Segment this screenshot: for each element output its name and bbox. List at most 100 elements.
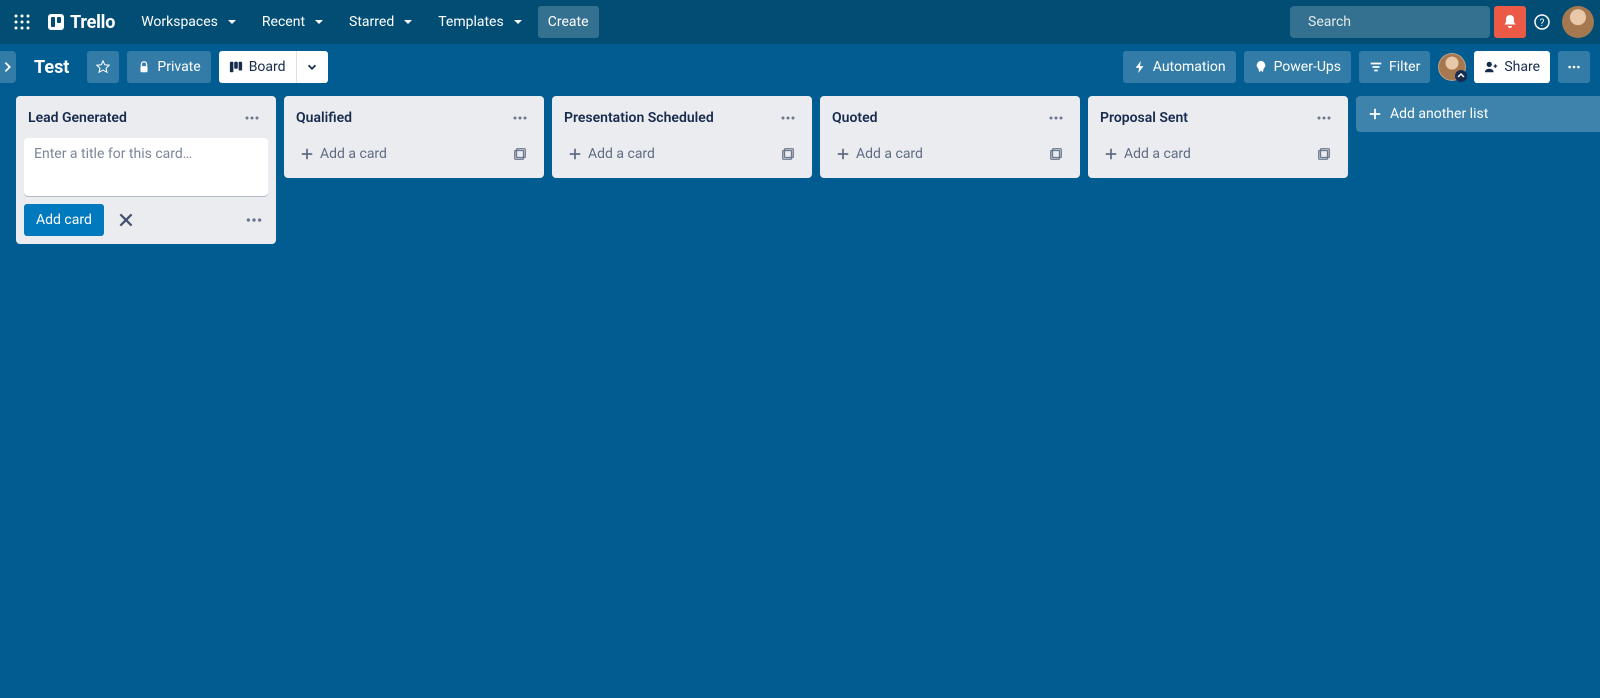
visibility-button[interactable]: Private bbox=[127, 51, 210, 83]
header-nav: Workspaces Recent Starred Templates Crea… bbox=[131, 6, 598, 38]
list-menu-button[interactable] bbox=[508, 106, 532, 130]
list-menu-button[interactable] bbox=[1312, 106, 1336, 130]
board-icon bbox=[229, 60, 243, 74]
filter-button[interactable]: Filter bbox=[1359, 51, 1430, 83]
help-icon: ? bbox=[1534, 14, 1550, 30]
plus-icon bbox=[568, 147, 582, 161]
view-switcher-button[interactable] bbox=[296, 51, 328, 83]
chevron-down-icon bbox=[305, 60, 319, 74]
automation-label: Automation bbox=[1153, 59, 1226, 75]
list: Proposal Sent Add a card bbox=[1088, 96, 1348, 178]
template-icon bbox=[513, 147, 527, 161]
list-title[interactable]: Qualified bbox=[296, 110, 352, 126]
list: Qualified Add a card bbox=[284, 96, 544, 178]
starred-menu[interactable]: Starred bbox=[339, 6, 426, 38]
filter-icon bbox=[1369, 60, 1383, 74]
chevron-down-icon bbox=[510, 14, 526, 30]
powerups-button[interactable]: Power-Ups bbox=[1244, 51, 1351, 83]
add-card-button[interactable]: Add a card bbox=[832, 142, 1044, 166]
ellipsis-icon bbox=[245, 211, 263, 229]
search-box[interactable] bbox=[1290, 6, 1490, 38]
trello-logo-icon bbox=[48, 14, 64, 30]
chevron-down-icon bbox=[400, 14, 416, 30]
chevron-up-icon bbox=[1457, 72, 1465, 80]
global-header: Trello Workspaces Recent Starred Templat… bbox=[0, 0, 1600, 44]
board-title[interactable]: Test bbox=[24, 57, 79, 78]
cancel-compose-button[interactable] bbox=[112, 206, 140, 234]
create-label: Create bbox=[548, 14, 589, 30]
notifications-button[interactable] bbox=[1494, 6, 1526, 38]
plus-icon bbox=[1104, 147, 1118, 161]
add-card-label: Add a card bbox=[1124, 146, 1191, 162]
add-card-button[interactable]: Add a card bbox=[564, 142, 776, 166]
template-icon bbox=[1317, 147, 1331, 161]
board-view-label: Board bbox=[249, 59, 286, 75]
plus-icon bbox=[836, 147, 850, 161]
recent-menu[interactable]: Recent bbox=[252, 6, 337, 38]
grid-icon bbox=[14, 14, 30, 30]
lock-icon bbox=[137, 60, 151, 74]
account-avatar[interactable] bbox=[1562, 6, 1594, 38]
plus-icon bbox=[300, 147, 314, 161]
share-label: Share bbox=[1504, 59, 1540, 75]
chevron-down-icon bbox=[224, 14, 240, 30]
board-view-button[interactable]: Board bbox=[219, 51, 296, 83]
list-menu-button[interactable] bbox=[240, 106, 264, 130]
ellipsis-icon bbox=[1316, 110, 1332, 126]
card-template-button[interactable] bbox=[1312, 142, 1336, 166]
card-template-button[interactable] bbox=[776, 142, 800, 166]
add-card-label: Add a card bbox=[320, 146, 387, 162]
share-button[interactable]: Share bbox=[1474, 51, 1550, 83]
star-board-button[interactable] bbox=[87, 51, 119, 83]
star-icon bbox=[96, 60, 110, 74]
add-card-button[interactable]: Add a card bbox=[1100, 142, 1312, 166]
list-menu-button[interactable] bbox=[1044, 106, 1068, 130]
ellipsis-icon bbox=[1048, 110, 1064, 126]
svg-text:?: ? bbox=[1540, 18, 1545, 29]
powerups-label: Power-Ups bbox=[1274, 59, 1341, 75]
add-card-label: Add a card bbox=[856, 146, 923, 162]
card-template-button[interactable] bbox=[508, 142, 532, 166]
list-title[interactable]: Quoted bbox=[832, 110, 878, 126]
chevron-right-icon bbox=[1, 60, 15, 74]
member-avatar[interactable] bbox=[1438, 53, 1466, 81]
compose-options-button[interactable] bbox=[240, 206, 268, 234]
workspaces-label: Workspaces bbox=[141, 14, 218, 30]
user-plus-icon bbox=[1484, 60, 1498, 74]
list: Lead Generated Add card bbox=[16, 96, 276, 244]
starred-label: Starred bbox=[349, 14, 394, 30]
board-menu-button[interactable] bbox=[1558, 51, 1590, 83]
automation-button[interactable]: Automation bbox=[1123, 51, 1236, 83]
search-input[interactable] bbox=[1308, 14, 1486, 30]
templates-menu[interactable]: Templates bbox=[428, 6, 536, 38]
recent-label: Recent bbox=[262, 14, 305, 30]
ellipsis-icon bbox=[512, 110, 528, 126]
rocket-icon bbox=[1254, 60, 1268, 74]
add-card-button[interactable]: Add a card bbox=[296, 142, 508, 166]
add-list-button[interactable]: Add another list bbox=[1356, 96, 1600, 132]
list-menu-button[interactable] bbox=[776, 106, 800, 130]
list-title[interactable]: Lead Generated bbox=[28, 110, 127, 126]
workspaces-menu[interactable]: Workspaces bbox=[131, 6, 250, 38]
list: Quoted Add a card bbox=[820, 96, 1080, 178]
logo[interactable]: Trello bbox=[38, 12, 125, 33]
chevron-down-icon bbox=[311, 14, 327, 30]
apps-switcher-button[interactable] bbox=[6, 6, 38, 38]
lightning-icon bbox=[1133, 60, 1147, 74]
template-icon bbox=[781, 147, 795, 161]
ellipsis-icon bbox=[244, 110, 260, 126]
list-title[interactable]: Presentation Scheduled bbox=[564, 110, 714, 126]
ellipsis-icon bbox=[780, 110, 796, 126]
filter-label: Filter bbox=[1389, 59, 1420, 75]
bell-icon bbox=[1502, 14, 1518, 30]
card-title-input[interactable] bbox=[24, 138, 268, 192]
board-canvas: Lead Generated Add card Qualified bbox=[0, 90, 1600, 698]
help-button[interactable]: ? bbox=[1526, 6, 1558, 38]
open-sidebar-button[interactable] bbox=[0, 51, 16, 83]
add-card-submit-button[interactable]: Add card bbox=[24, 204, 104, 236]
template-icon bbox=[1049, 147, 1063, 161]
list-title[interactable]: Proposal Sent bbox=[1100, 110, 1188, 126]
brand-name: Trello bbox=[70, 12, 115, 33]
card-template-button[interactable] bbox=[1044, 142, 1068, 166]
create-button[interactable]: Create bbox=[538, 6, 599, 38]
